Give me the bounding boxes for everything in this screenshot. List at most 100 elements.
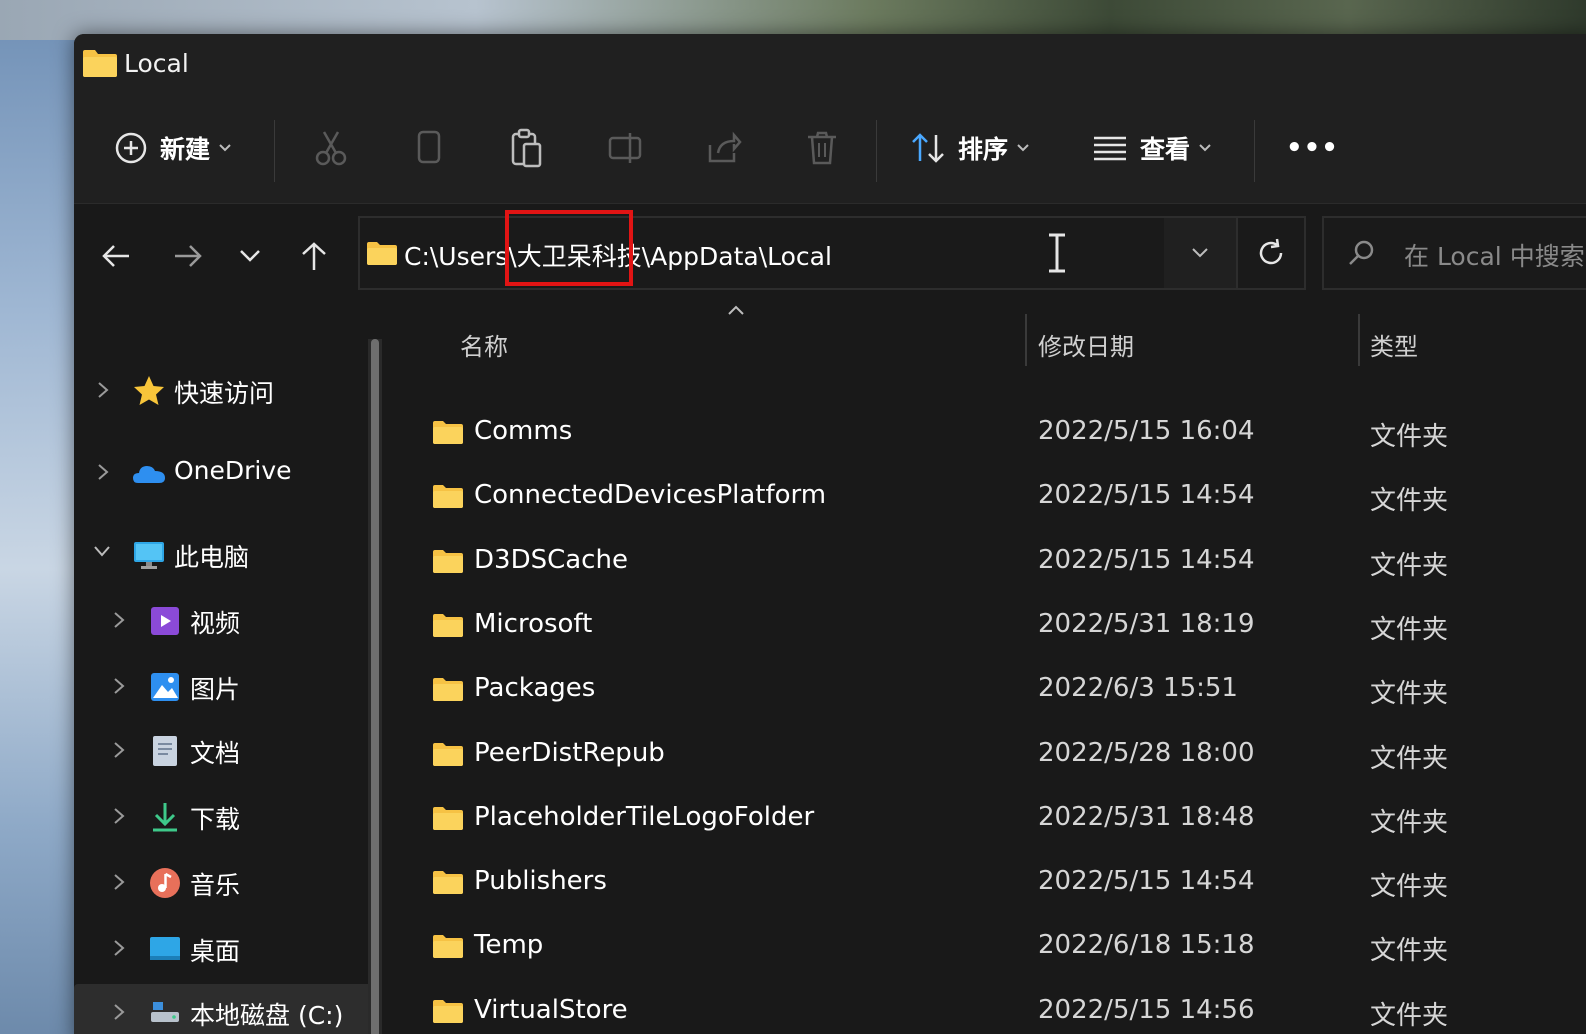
file-type: 文件夹 bbox=[1370, 679, 1449, 710]
chevron-right-icon bbox=[98, 464, 109, 480]
table-row[interactable]: Comms 2022/5/15 16:04 文件夹 bbox=[412, 401, 1586, 465]
sidebar-item-label: 图片 bbox=[190, 675, 241, 704]
toolbar-divider bbox=[274, 120, 275, 182]
folder-icon bbox=[433, 485, 463, 509]
address-history-dropdown[interactable] bbox=[1164, 218, 1236, 288]
chevron-right-icon bbox=[114, 940, 125, 956]
chevron-down-icon bbox=[94, 546, 110, 557]
sidebar-item-local-disk-c[interactable]: 本地磁盘 (C:) bbox=[74, 984, 374, 1034]
plus-circle-icon bbox=[115, 132, 147, 164]
folder-icon bbox=[433, 549, 463, 573]
table-row[interactable]: VirtualStore 2022/5/15 14:56 文件夹 bbox=[412, 980, 1586, 1034]
file-name: D3DSCache bbox=[474, 544, 628, 575]
desktop-icon bbox=[150, 937, 180, 960]
delete-button[interactable] bbox=[806, 92, 838, 204]
sidebar-item-desktop[interactable]: 桌面 bbox=[74, 920, 374, 978]
table-row[interactable]: PlaceholderTileLogoFolder 2022/5/31 18:48… bbox=[412, 787, 1586, 851]
search-icon bbox=[1349, 240, 1374, 265]
column-header-type[interactable]: 类型 bbox=[1370, 318, 1418, 370]
file-explorer-window: Local 新建 排序 查看 ••• C:\Users\大卫呆科技\AppDat… bbox=[74, 34, 1586, 1034]
sort-label: 排序 bbox=[958, 135, 1009, 164]
cut-button[interactable] bbox=[314, 92, 348, 204]
paste-button[interactable] bbox=[510, 92, 544, 204]
recent-locations-button[interactable] bbox=[230, 236, 270, 276]
arrow-right-icon bbox=[175, 245, 202, 267]
sidebar-scrollbar[interactable] bbox=[368, 339, 382, 1034]
table-row[interactable]: PeerDistRepub 2022/5/28 18:00 文件夹 bbox=[412, 723, 1586, 787]
drive-icon bbox=[151, 1002, 179, 1022]
chevron-down-icon bbox=[1017, 144, 1029, 152]
file-type: 文件夹 bbox=[1370, 486, 1449, 517]
sort-ascending-icon bbox=[728, 305, 744, 315]
forward-button[interactable] bbox=[168, 236, 208, 276]
file-name: PlaceholderTileLogoFolder bbox=[474, 801, 815, 832]
sidebar-item-downloads[interactable]: 下载 bbox=[74, 788, 374, 846]
column-header-name[interactable]: 名称 bbox=[460, 318, 508, 370]
sidebar-item-label: 视频 bbox=[190, 609, 241, 638]
search-box[interactable]: 在 Local 中搜索 bbox=[1322, 216, 1586, 290]
address-bar[interactable]: C:\Users\大卫呆科技\AppData\Local bbox=[358, 210, 1306, 290]
title-bar: Local bbox=[74, 34, 1586, 92]
sidebar-item-label: OneDrive bbox=[174, 456, 292, 485]
column-header-date[interactable]: 修改日期 bbox=[1038, 318, 1134, 370]
chevron-down-icon bbox=[240, 250, 260, 262]
sidebar-item-this-pc[interactable]: 此电脑 bbox=[74, 526, 374, 584]
sidebar-item-onedrive[interactable]: OneDrive bbox=[74, 444, 374, 502]
sidebar-item-quick-access[interactable]: 快速访问 bbox=[74, 362, 374, 420]
toolbar-divider bbox=[876, 120, 877, 182]
file-list: 名称 修改日期 类型 Comms 2022/5/15 16:04 文件夹 Connec… bbox=[392, 304, 1586, 1034]
sidebar-item-videos[interactable]: 视频 bbox=[74, 592, 374, 650]
table-row[interactable]: Temp 2022/6/18 15:18 文件夹 bbox=[412, 915, 1586, 979]
sidebar-item-documents[interactable]: 文档 bbox=[74, 722, 374, 780]
table-row[interactable]: ConnectedDevicesPlatform 2022/5/15 14:54 文… bbox=[412, 465, 1586, 529]
trash-icon bbox=[808, 131, 836, 165]
chevron-right-icon bbox=[114, 678, 125, 694]
window-title: Local bbox=[124, 48, 189, 78]
file-name: Packages bbox=[474, 673, 596, 704]
copy-button[interactable] bbox=[414, 92, 444, 204]
file-type: 文件夹 bbox=[1370, 807, 1449, 838]
sidebar-item-label: 此电脑 bbox=[174, 543, 250, 572]
chevron-down-icon bbox=[1199, 144, 1211, 152]
column-divider[interactable] bbox=[1358, 314, 1360, 366]
file-type: 文件夹 bbox=[1370, 550, 1449, 581]
chevron-down-icon bbox=[1192, 248, 1208, 258]
path-prefix: C:\Users\ bbox=[404, 242, 517, 271]
sidebar-item-label: 本地磁盘 (C:) bbox=[190, 1001, 344, 1030]
table-row[interactable]: D3DSCache 2022/5/15 14:54 文件夹 bbox=[412, 530, 1586, 594]
column-divider[interactable] bbox=[1025, 314, 1027, 366]
scissors-icon bbox=[315, 131, 347, 166]
sidebar-item-pictures[interactable]: 图片 bbox=[74, 658, 374, 716]
sidebar-item-label: 文档 bbox=[190, 739, 241, 768]
back-button[interactable] bbox=[96, 236, 136, 276]
file-name: Comms bbox=[474, 416, 573, 446]
folder-icon bbox=[433, 421, 463, 444]
sidebar-item-label: 音乐 bbox=[190, 871, 241, 900]
more-options-button[interactable]: ••• bbox=[1286, 92, 1339, 204]
rename-button[interactable] bbox=[608, 92, 646, 204]
scrollbar-thumb[interactable] bbox=[371, 339, 379, 1034]
file-name: Microsoft bbox=[474, 608, 593, 639]
copy-icon bbox=[417, 130, 441, 164]
table-row[interactable]: Publishers 2022/5/15 14:54 文件夹 bbox=[412, 851, 1586, 915]
table-row[interactable]: Microsoft 2022/5/31 18:19 文件夹 bbox=[412, 594, 1586, 658]
file-modified-date: 2022/6/3 15:51 bbox=[1038, 673, 1238, 704]
view-button[interactable]: 查看 bbox=[1092, 92, 1212, 204]
file-modified-date: 2022/5/28 18:00 bbox=[1038, 737, 1255, 768]
sidebar-item-music[interactable]: 音乐 bbox=[74, 854, 374, 912]
computer-icon bbox=[134, 542, 164, 569]
chevron-right-icon bbox=[114, 808, 125, 824]
file-name: PeerDistRepub bbox=[474, 737, 665, 768]
new-button[interactable]: 新建 bbox=[114, 92, 232, 204]
up-button[interactable] bbox=[294, 236, 334, 276]
list-view-icon bbox=[1094, 136, 1126, 161]
table-row[interactable]: Packages 2022/6/3 15:51 文件夹 bbox=[412, 658, 1586, 722]
refresh-button[interactable] bbox=[1236, 216, 1306, 290]
sort-button[interactable]: 排序 bbox=[910, 92, 1030, 204]
share-button[interactable] bbox=[706, 92, 742, 204]
navigation-pane: 快速访问 OneDrive 此电脑 视频 图片 文档 下载 音乐 桌面 本地磁盘… bbox=[74, 304, 392, 1034]
folder-icon bbox=[433, 935, 463, 959]
chevron-right-icon bbox=[114, 742, 125, 758]
file-modified-date: 2022/5/31 18:19 bbox=[1038, 608, 1255, 639]
folder-icon bbox=[83, 50, 117, 77]
